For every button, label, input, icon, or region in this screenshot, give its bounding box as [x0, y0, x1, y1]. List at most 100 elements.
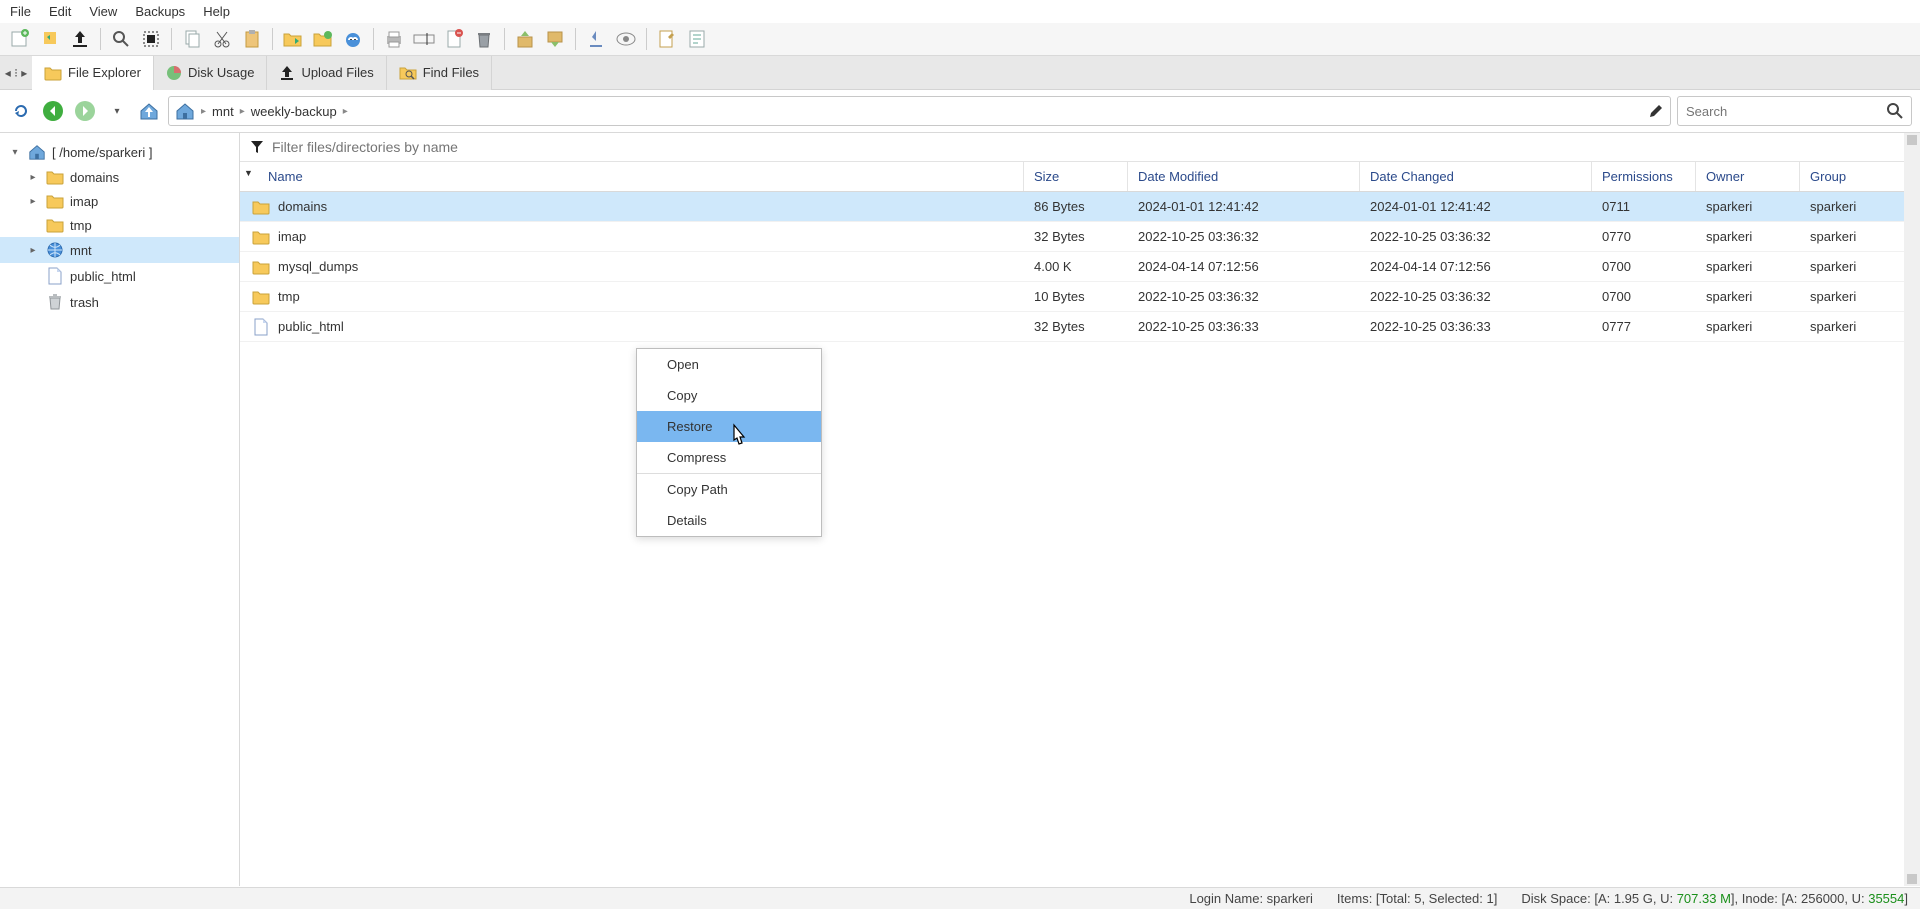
tree-item-mnt[interactable]: ▸mnt [0, 237, 239, 263]
status-login: Login Name: sparkeri [1189, 891, 1313, 906]
chevron-right-icon: ▸ [201, 106, 206, 117]
row-name: domains [278, 199, 327, 214]
menu-view[interactable]: View [89, 4, 117, 19]
tb-new-icon[interactable] [8, 27, 32, 51]
tree-label: domains [70, 170, 119, 185]
row-name: mysql_dumps [278, 259, 358, 274]
reload-button[interactable] [8, 98, 34, 124]
tb-copy-folder-icon[interactable] [311, 27, 335, 51]
tb-download-arrow-icon[interactable] [584, 27, 608, 51]
col-name[interactable]: Name [240, 162, 1024, 191]
menu-edit[interactable]: Edit [49, 4, 71, 19]
tab-disk-usage[interactable]: Disk Usage [154, 56, 267, 90]
tab-upload-files[interactable]: Upload Files [267, 56, 386, 90]
tree-item-public_html[interactable]: public_html [0, 263, 239, 289]
search-input[interactable] [1686, 104, 1881, 119]
menu-backups[interactable]: Backups [135, 4, 185, 19]
table-row[interactable]: public_html32 Bytes2022-10-25 03:36:3320… [240, 312, 1904, 342]
tb-download-icon[interactable] [38, 27, 62, 51]
row-group: sparkeri [1800, 222, 1904, 251]
history-dropdown-icon[interactable]: ▾ [104, 98, 130, 124]
sidebar-tree[interactable]: ▾ [ /home/sparkeri ] ▸ domains ▸ imap tmp ▸mn… [0, 133, 240, 886]
row-date-changed: 2022-10-25 03:36:32 [1360, 222, 1592, 251]
col-permissions[interactable]: Permissions [1592, 162, 1696, 191]
breadcrumb-segment[interactable]: mnt [212, 104, 234, 119]
context-compress[interactable]: Compress [637, 442, 821, 473]
filter-bar[interactable] [240, 133, 1904, 162]
folder-icon [252, 228, 270, 246]
tab-handle-icon[interactable]: ◂ ⁝ ▸ [0, 66, 32, 80]
tb-properties-icon[interactable] [685, 27, 709, 51]
tb-link-icon[interactable] [341, 27, 365, 51]
tb-preview-icon[interactable] [614, 27, 638, 51]
tree-item-trash[interactable]: trash [0, 289, 239, 315]
caret-right-icon[interactable]: ▸ [26, 245, 40, 256]
tb-cut-icon[interactable] [210, 27, 234, 51]
tb-move-folder-icon[interactable] [281, 27, 305, 51]
edit-path-icon[interactable] [1648, 103, 1664, 119]
row-permissions: 0777 [1592, 312, 1696, 341]
breadcrumb[interactable]: ▸ mnt▸weekly-backup▸ [168, 96, 1671, 126]
back-button[interactable] [40, 98, 66, 124]
main-toolbar [0, 23, 1920, 56]
tb-upload-icon[interactable] [68, 27, 92, 51]
context-copy[interactable]: Copy [637, 380, 821, 411]
caret-right-icon[interactable]: ▸ [26, 172, 40, 183]
table-row[interactable]: domains86 Bytes2024-01-01 12:41:422024-0… [240, 192, 1904, 222]
col-date-changed[interactable]: Date Changed [1360, 162, 1592, 191]
tab-file-explorer[interactable]: File Explorer [32, 56, 154, 90]
tree-item-domains[interactable]: ▸ domains [0, 165, 239, 189]
trash-icon [46, 293, 64, 311]
row-owner: sparkeri [1696, 222, 1800, 251]
search-icon[interactable] [1887, 103, 1903, 119]
tb-copy-icon[interactable] [180, 27, 204, 51]
tab-label: Find Files [423, 65, 479, 80]
tree-item-imap[interactable]: ▸ imap [0, 189, 239, 213]
search-box[interactable] [1677, 96, 1912, 126]
menu-file[interactable]: File [10, 4, 31, 19]
context-restore[interactable]: Restore [637, 411, 821, 442]
tree-item-tmp[interactable]: tmp [0, 213, 239, 237]
tb-extract-icon[interactable] [513, 27, 537, 51]
header-dropdown-icon[interactable]: ▼ [244, 168, 253, 178]
col-owner[interactable]: Owner [1696, 162, 1800, 191]
tab-label: Upload Files [301, 65, 373, 80]
col-size[interactable]: Size [1024, 162, 1128, 191]
caret-down-icon[interactable]: ▾ [8, 147, 22, 158]
tb-search-icon[interactable] [109, 27, 133, 51]
filter-input[interactable] [272, 139, 1894, 155]
menu-help[interactable]: Help [203, 4, 230, 19]
caret-right-icon[interactable]: ▸ [26, 196, 40, 207]
context-open[interactable]: Open [637, 349, 821, 380]
tb-paste-icon[interactable] [240, 27, 264, 51]
tb-trash-icon[interactable] [472, 27, 496, 51]
context-details[interactable]: Details [637, 505, 821, 536]
row-date-changed: 2022-10-25 03:36:33 [1360, 312, 1592, 341]
tb-delete-doc-icon[interactable] [442, 27, 466, 51]
tree-root[interactable]: ▾ [ /home/sparkeri ] [0, 139, 239, 165]
vertical-scrollbar[interactable] [1904, 133, 1920, 886]
table-row[interactable]: tmp10 Bytes2022-10-25 03:36:322022-10-25… [240, 282, 1904, 312]
tb-rename-icon[interactable] [412, 27, 436, 51]
up-button[interactable] [136, 98, 162, 124]
col-date-modified[interactable]: Date Modified [1128, 162, 1360, 191]
breadcrumb-segment[interactable]: weekly-backup [251, 104, 337, 119]
tb-print-icon[interactable] [382, 27, 406, 51]
col-group[interactable]: Group [1800, 162, 1904, 191]
tb-select-all-icon[interactable] [139, 27, 163, 51]
table-row[interactable]: imap32 Bytes2022-10-25 03:36:322022-10-2… [240, 222, 1904, 252]
row-date-changed: 2024-01-01 12:41:42 [1360, 192, 1592, 221]
tab-bar: ◂ ⁝ ▸ File ExplorerDisk Usage Upload File… [0, 56, 1920, 90]
nav-bar: ▾ ▸ mnt▸weekly-backup▸ [0, 90, 1920, 133]
row-name: tmp [278, 289, 300, 304]
tb-edit-icon[interactable] [655, 27, 679, 51]
home-icon[interactable] [175, 102, 195, 120]
tree-label: imap [70, 194, 98, 209]
tree-label: tmp [70, 218, 92, 233]
tab-find-files[interactable]: Find Files [387, 56, 492, 90]
tb-compress-icon[interactable] [543, 27, 567, 51]
table-header[interactable]: ▼ Name Size Date Modified Date Changed P… [240, 162, 1904, 192]
context-copy-path[interactable]: Copy Path [637, 474, 821, 505]
table-row[interactable]: mysql_dumps4.00 K2024-04-14 07:12:562024… [240, 252, 1904, 282]
forward-button[interactable] [72, 98, 98, 124]
